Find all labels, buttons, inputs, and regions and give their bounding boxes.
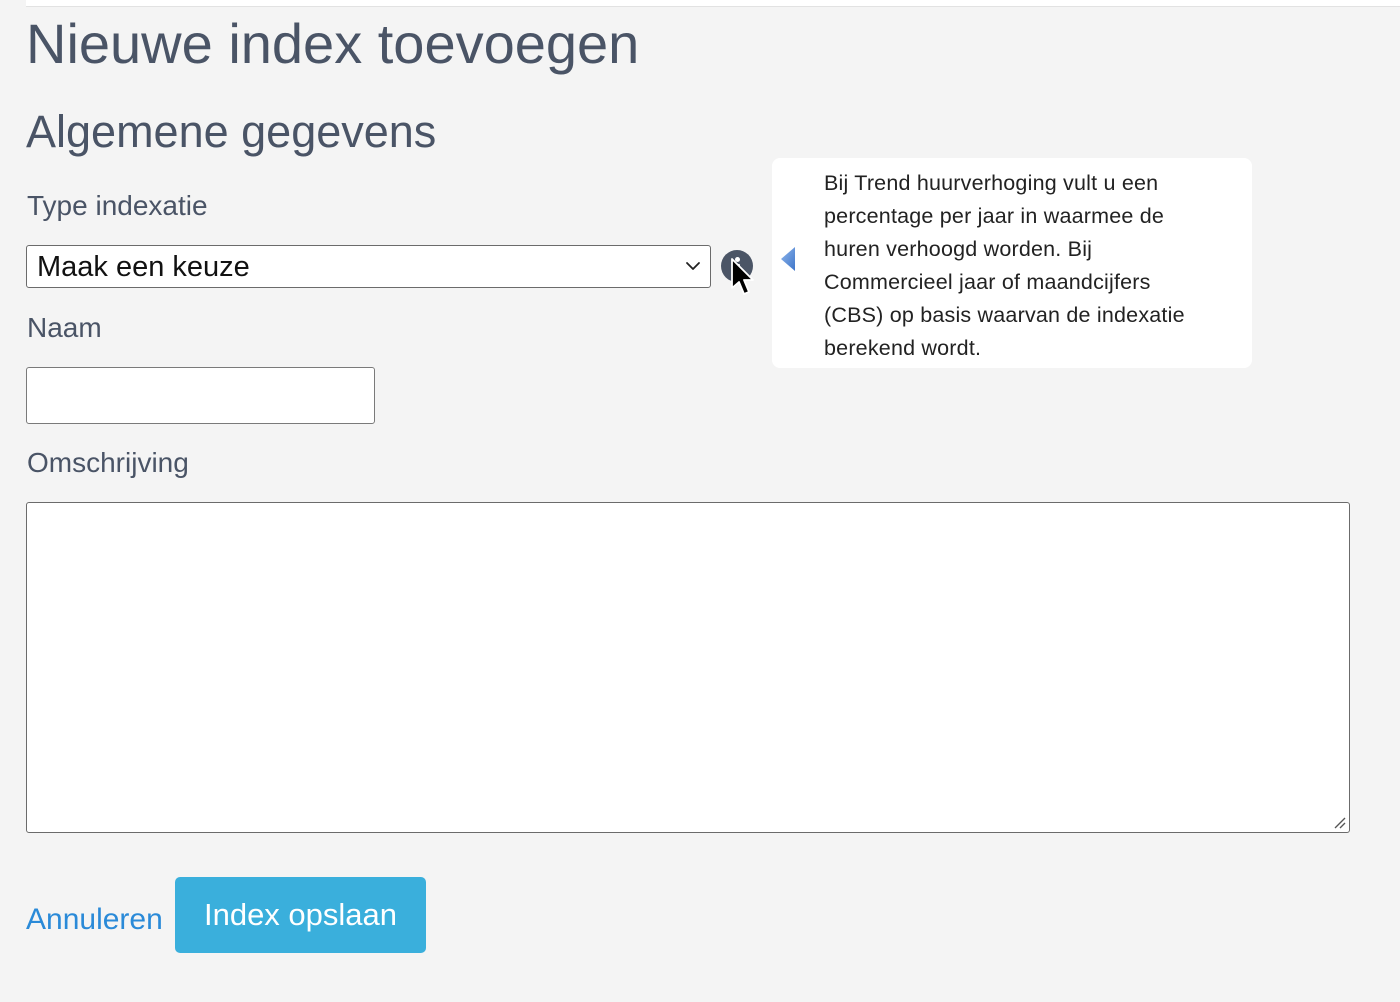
resize-grip-icon[interactable]	[1332, 815, 1346, 829]
omschrijving-label: Omschrijving	[27, 447, 189, 478]
chevron-down-icon	[686, 262, 700, 270]
tooltip-line: Commercieel jaar of maandcijfers	[824, 270, 1151, 294]
tooltip-line: berekend wordt.	[824, 336, 982, 360]
tooltip-arrow-icon	[781, 247, 795, 271]
tooltip-line: (CBS) op basis waarvan de indexatie	[824, 303, 1185, 327]
mouse-pointer-icon	[731, 258, 754, 295]
select-value: Maak een keuze	[37, 251, 250, 283]
tooltip-line: Bij Trend huurverhoging vult u een	[824, 171, 1159, 195]
naam-input[interactable]	[26, 367, 375, 424]
help-tooltip: Bij Trend huurverhoging vult u een perce…	[772, 158, 1252, 368]
save-index-button[interactable]: Index opslaan	[175, 877, 426, 953]
tooltip-line: percentage per jaar in waarmee de	[824, 204, 1165, 228]
naam-label: Naam	[27, 312, 102, 343]
type-indexatie-label: Type indexatie	[27, 190, 208, 221]
type-indexatie-select[interactable]: Maak een keuze	[26, 245, 711, 288]
cancel-link[interactable]: Annuleren	[26, 902, 163, 938]
omschrijving-textarea[interactable]	[26, 502, 1350, 833]
page-title: Nieuwe index toevoegen	[26, 12, 640, 75]
tooltip-line: huren verhoogd worden. Bij	[824, 237, 1093, 261]
top-bar	[26, 0, 1400, 7]
section-title: Algemene gegevens	[26, 106, 437, 157]
